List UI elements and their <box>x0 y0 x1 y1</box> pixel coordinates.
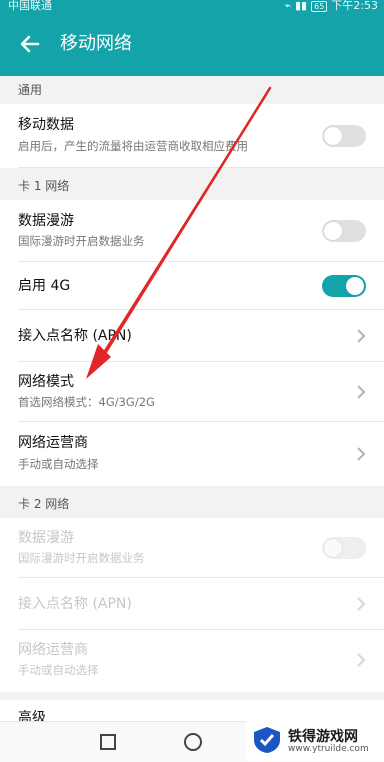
status-bar: 中国联通 ⌁ ▮▮ 65 下午2:53 <box>0 0 384 12</box>
advanced-title: 高级 <box>18 710 46 721</box>
chevron-right-icon <box>357 447 366 461</box>
chevron-right-icon <box>357 597 366 611</box>
mobile-data-toggle[interactable] <box>322 125 366 147</box>
toggle-knob <box>346 277 364 295</box>
roaming-sim1-subtitle: 国际漫游时开启数据业务 <box>18 234 145 248</box>
carrier-label: 中国联通 <box>8 0 52 12</box>
setting-network-mode[interactable]: 网络模式 首选网络模式：4G/3G/2G <box>0 362 384 422</box>
recent-apps-icon[interactable] <box>100 734 116 750</box>
setting-apn-sim2: 接入点名称 (APN) <box>0 578 384 630</box>
apn-sim2-title: 接入点名称 (APN) <box>18 596 132 612</box>
home-icon[interactable] <box>184 733 202 751</box>
watermark-title: 铁得游戏网 <box>288 729 358 745</box>
app-bar: 移动网络 <box>0 12 384 76</box>
roaming-sim2-subtitle: 国际漫游时开启数据业务 <box>18 551 145 565</box>
operator-sim1-title: 网络运营商 <box>18 435 88 451</box>
setting-enable-4g[interactable]: 启用 4G <box>0 262 384 310</box>
setting-roaming-sim2: 数据漫游 国际漫游时开启数据业务 <box>0 518 384 578</box>
arrow-left-icon[interactable] <box>16 30 44 58</box>
operator-sim2-title: 网络运营商 <box>18 642 88 658</box>
setting-apn-sim1[interactable]: 接入点名称 (APN) <box>0 310 384 362</box>
row-divider <box>18 167 384 168</box>
toggle-knob <box>324 222 342 240</box>
setting-operator-sim1[interactable]: 网络运营商 手动或自动选择 <box>0 422 384 486</box>
chevron-right-icon <box>357 329 366 343</box>
wifi-icon: ⌁ <box>284 0 291 12</box>
network-mode-subtitle: 首选网络模式：4G/3G/2G <box>18 395 155 409</box>
enable-4g-title: 启用 4G <box>18 278 71 294</box>
operator-sim2-subtitle: 手动或自动选择 <box>18 663 99 677</box>
roaming-sim1-title: 数据漫游 <box>18 213 74 229</box>
mobile-data-subtitle: 启用后，产生的流量将由运营商收取相应费用 <box>18 139 248 153</box>
roaming-sim2-toggle <box>322 537 366 559</box>
toggle-knob <box>324 127 342 145</box>
roaming-sim2-title: 数据漫游 <box>18 530 74 546</box>
apn-sim1-title: 接入点名称 (APN) <box>18 328 132 344</box>
watermark-logo-icon <box>254 727 280 753</box>
chevron-right-icon <box>357 653 366 667</box>
section-sim1: 卡 1 网络 <box>0 172 384 200</box>
setting-mobile-data[interactable]: 移动数据 启用后，产生的流量将由运营商收取相应费用 <box>0 104 384 168</box>
section-sim1-label: 卡 1 网络 <box>18 179 70 193</box>
setting-advanced[interactable]: 高级 <box>0 700 384 721</box>
watermark-url: www.ytruilde.com <box>288 744 369 754</box>
time-label: 下午2:53 <box>331 0 378 12</box>
enable-4g-toggle[interactable] <box>322 275 366 297</box>
section-general: 通用 <box>0 76 384 104</box>
setting-roaming-sim1[interactable]: 数据漫游 国际漫游时开启数据业务 <box>0 200 384 262</box>
section-sim2: 卡 2 网络 <box>0 490 384 518</box>
network-mode-title: 网络模式 <box>18 374 74 390</box>
setting-operator-sim2: 网络运营商 手动或自动选择 <box>0 630 384 692</box>
page-title: 移动网络 <box>60 33 132 54</box>
section-sim2-label: 卡 2 网络 <box>18 497 70 511</box>
chevron-right-icon <box>357 385 366 399</box>
battery-indicator: 65 <box>311 0 328 12</box>
status-right: ⌁ ▮▮ 65 下午2:53 <box>284 0 378 12</box>
signal-icon: ▮▮ <box>295 0 308 12</box>
watermark: 铁得游戏网 www.ytruilde.com <box>246 720 384 761</box>
section-general-label: 通用 <box>18 83 43 97</box>
roaming-sim1-toggle[interactable] <box>322 220 366 242</box>
mobile-data-title: 移动数据 <box>18 117 74 133</box>
toggle-knob <box>324 539 342 557</box>
operator-sim1-subtitle: 手动或自动选择 <box>18 457 99 471</box>
